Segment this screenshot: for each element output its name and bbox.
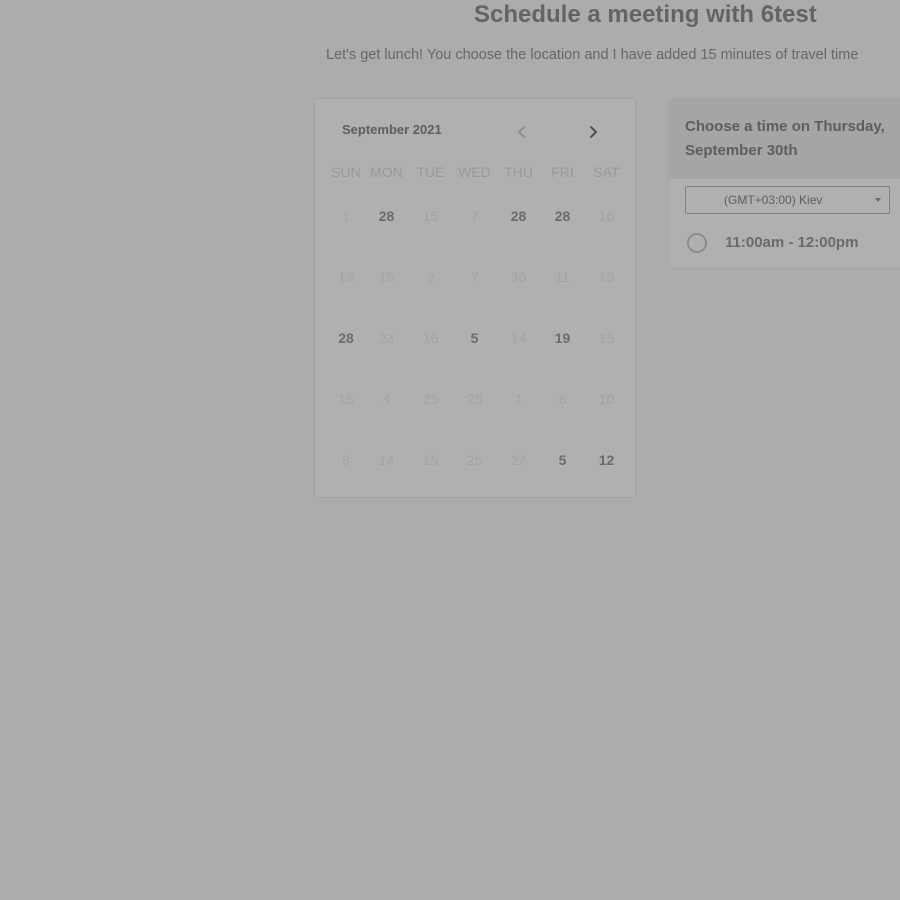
weekday-label: THU: [504, 164, 533, 180]
weekday-label: TUE: [416, 164, 445, 180]
calendar-day-available[interactable]: 5: [540, 440, 585, 480]
calendar-day-unavailable: 6: [558, 391, 567, 407]
calendar-week-row: 1 28 15 7 28 28 16: [328, 196, 638, 257]
timezone-value: (GMT+03:00) Kiev: [724, 193, 823, 207]
calendar-day-available[interactable]: 12: [585, 440, 628, 480]
calendar-day-unavailable: 13: [338, 269, 354, 285]
calendar-day-unavailable: 25: [466, 391, 483, 407]
calendar-day-available[interactable]: 28: [497, 196, 540, 236]
calendar-weeks: 1 28 15 7 28 28 16 13 15 2 7 30 11 15 28 23 16 5 14 19 15 15 4…: [328, 196, 638, 501]
calendar-day-unavailable: 8: [342, 452, 350, 468]
scheduling-page: Schedule a meeting with 6test Let's get …: [0, 0, 900, 900]
calendar-day-unavailable: 16: [598, 208, 615, 224]
chevron-right-icon: [590, 126, 597, 138]
calendar-day-unavailable: 2: [426, 269, 435, 285]
time-panel-heading: Choose a time on Thursday, September 30t…: [685, 118, 885, 159]
calendar: September 2021 SUN MON TUE WED THU FRI SAT 1 28…: [314, 98, 636, 498]
calendar-grid: SUN MON TUE WED THU FRI SAT 1 28 15 7 28 28 16 13 15 2 7…: [328, 161, 638, 501]
calendar-day-unavailable: 16: [422, 330, 439, 346]
calendar-day-unavailable: 7: [470, 269, 479, 285]
calendar-day-unavailable: 1: [342, 208, 350, 224]
calendar-week-row: 15 4 25 25 1 6 10: [328, 379, 638, 440]
time-slot-option[interactable]: 11:00am - 12:00pm: [687, 233, 887, 259]
calendar-day-unavailable: 7: [470, 208, 479, 224]
previous-month-button[interactable]: [512, 121, 532, 143]
calendar-day-unavailable: 15: [422, 452, 439, 468]
calendar-month-label: September 2021: [342, 122, 442, 137]
calendar-day-unavailable: 15: [598, 330, 615, 346]
calendar-day-unavailable: 15: [598, 269, 615, 285]
calendar-day-unavailable: 1: [514, 391, 523, 407]
calendar-day-unavailable: 15: [422, 208, 439, 224]
calendar-day-unavailable: 14: [378, 452, 395, 468]
calendar-week-row: 8 14 15 25 27 5 12: [328, 440, 638, 501]
calendar-day-unavailable: 10: [598, 391, 615, 407]
calendar-day-available[interactable]: 28: [540, 196, 585, 236]
calendar-week-row: 28 23 16 5 14 19 15: [328, 318, 638, 379]
calendar-day-unavailable: 15: [378, 269, 395, 285]
page-title: Schedule a meeting with 6test: [474, 1, 817, 28]
calendar-day-unavailable: 11: [555, 269, 570, 285]
weekday-label: WED: [458, 164, 491, 180]
calendar-week-row: 13 15 2 7 30 11 15: [328, 257, 638, 318]
timezone-select[interactable]: (GMT+03:00) Kiev: [685, 186, 890, 214]
calendar-day-unavailable: 25: [466, 452, 483, 468]
next-month-button[interactable]: [584, 121, 604, 143]
weekday-label: SAT: [593, 164, 620, 180]
calendar-day-unavailable: 15: [338, 391, 354, 407]
calendar-day-unavailable: 23: [378, 330, 395, 346]
calendar-day-unavailable: 4: [382, 391, 391, 407]
page-subtitle: Let's get lunch! You choose the location…: [326, 47, 859, 63]
time-slot-label: 11:00am - 12:00pm: [725, 234, 859, 251]
weekday-label: MON: [370, 164, 403, 180]
weekday-label: FRI: [551, 164, 574, 180]
caret-down-icon: [875, 198, 881, 202]
radio-button[interactable]: [687, 233, 707, 253]
calendar-day-unavailable: 30: [510, 269, 527, 285]
time-panel: Choose a time on Thursday, September 30t…: [668, 98, 900, 269]
calendar-day-unavailable: 14: [510, 330, 527, 346]
chevron-left-icon: [518, 126, 525, 138]
calendar-day-available[interactable]: 19: [540, 318, 585, 358]
calendar-day-unavailable: 27: [510, 452, 527, 468]
calendar-day-available[interactable]: 5: [452, 318, 497, 358]
calendar-day-available[interactable]: 28: [328, 318, 364, 358]
weekday-header-row: SUN MON TUE WED THU FRI SAT: [328, 161, 638, 183]
calendar-day-available[interactable]: 28: [364, 196, 409, 236]
weekday-label: SUN: [331, 164, 361, 180]
calendar-day-unavailable: 25: [422, 391, 439, 407]
